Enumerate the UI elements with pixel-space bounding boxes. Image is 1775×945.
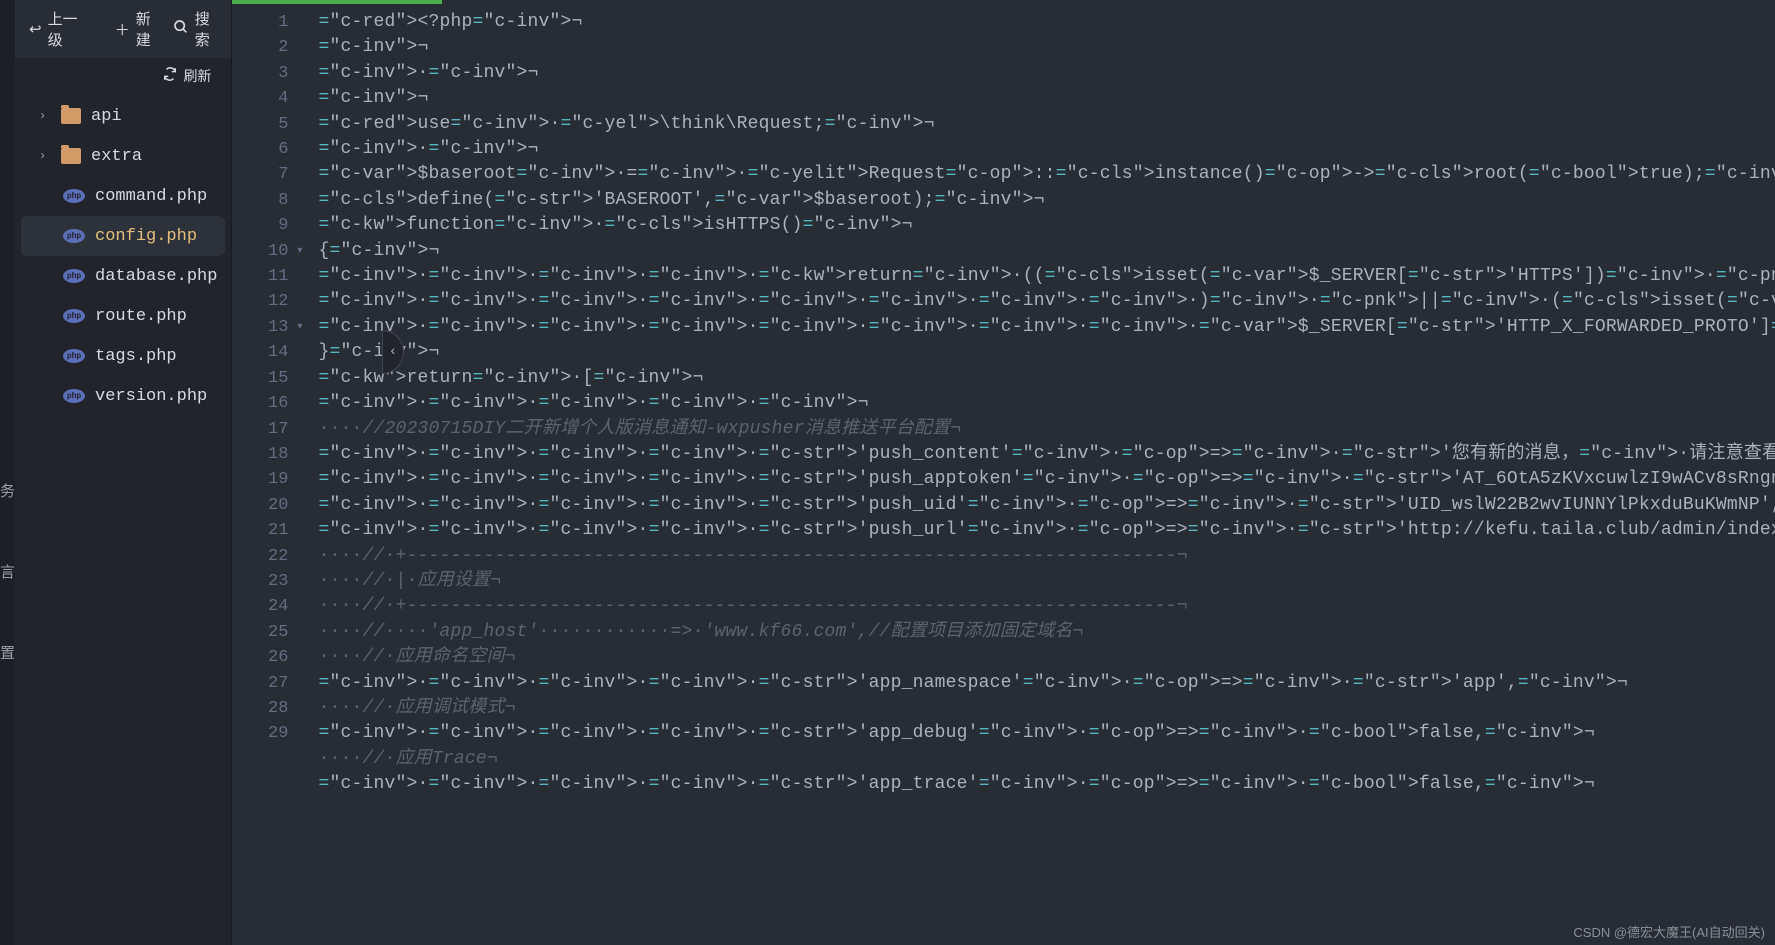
tree-file-database[interactable]: php database.php <box>21 256 225 296</box>
editor: 1234567891011121314151617181920212223242… <box>232 0 1775 945</box>
chevron-right-icon: › <box>39 109 51 123</box>
refresh-label: 刷新 <box>183 66 211 86</box>
php-icon: php <box>63 189 85 203</box>
tree-folder-extra[interactable]: › extra <box>21 136 225 176</box>
php-icon: php <box>63 389 85 403</box>
tree-item-label: extra <box>91 147 142 166</box>
tree-item-label: config.php <box>95 227 197 246</box>
folder-icon <box>61 148 81 164</box>
watermark: CSDN @德宏大魔王(AI自动回关) <box>1573 922 1765 941</box>
sidebar-subbar: 刷新 <box>15 58 231 94</box>
tree-item-label: version.php <box>95 387 207 406</box>
tree-folder-api[interactable]: › api <box>21 96 225 136</box>
tree-file-tags[interactable]: php tags.php <box>21 336 225 376</box>
reply-arrow-icon: ↩ <box>29 20 42 39</box>
plus-icon: ＋ <box>115 19 130 40</box>
search-label: 搜索 <box>195 8 214 50</box>
code-area[interactable]: ="c-red"><?php="c-inv">¬="c-inv">¬="c-in… <box>302 0 1775 945</box>
search-icon <box>173 19 189 40</box>
refresh-icon <box>163 67 177 86</box>
file-tree: › api › extra php command.php php config… <box>15 94 231 418</box>
tree-item-label: tags.php <box>95 347 177 366</box>
php-icon: php <box>63 269 85 283</box>
tree-file-command[interactable]: php command.php <box>21 176 225 216</box>
new-button[interactable]: ＋ 新建 <box>115 8 155 50</box>
tree-item-label: route.php <box>95 307 187 326</box>
tree-item-label: command.php <box>95 187 207 206</box>
rail-item[interactable]: 务 <box>0 480 15 501</box>
tree-item-label: api <box>91 107 122 126</box>
sidebar: ↩ 上一级 ＋ 新建 搜索 刷新 <box>15 0 232 945</box>
tree-file-route[interactable]: php route.php <box>21 296 225 336</box>
tree-item-label: database.php <box>95 267 217 286</box>
refresh-button[interactable]: 刷新 <box>163 66 211 86</box>
php-icon: php <box>63 229 85 243</box>
left-rail: 务 言 置 <box>0 0 15 945</box>
php-icon: php <box>63 349 85 363</box>
folder-icon <box>61 108 81 124</box>
chevron-right-icon: › <box>39 149 51 163</box>
search-button[interactable]: 搜索 <box>173 8 214 50</box>
chevron-left-icon: ‹ <box>389 344 397 360</box>
tree-file-config[interactable]: php config.php <box>21 216 225 256</box>
line-gutter: 1234567891011121314151617181920212223242… <box>232 0 302 945</box>
rail-item[interactable]: 置 <box>0 642 15 663</box>
up-button[interactable]: ↩ 上一级 <box>29 8 79 50</box>
php-icon: php <box>63 309 85 323</box>
up-label: 上一级 <box>48 8 79 50</box>
sidebar-toolbar: ↩ 上一级 ＋ 新建 搜索 <box>15 0 231 58</box>
rail-item[interactable]: 言 <box>0 561 15 582</box>
tree-file-version[interactable]: php version.php <box>21 376 225 416</box>
new-label: 新建 <box>136 8 155 50</box>
